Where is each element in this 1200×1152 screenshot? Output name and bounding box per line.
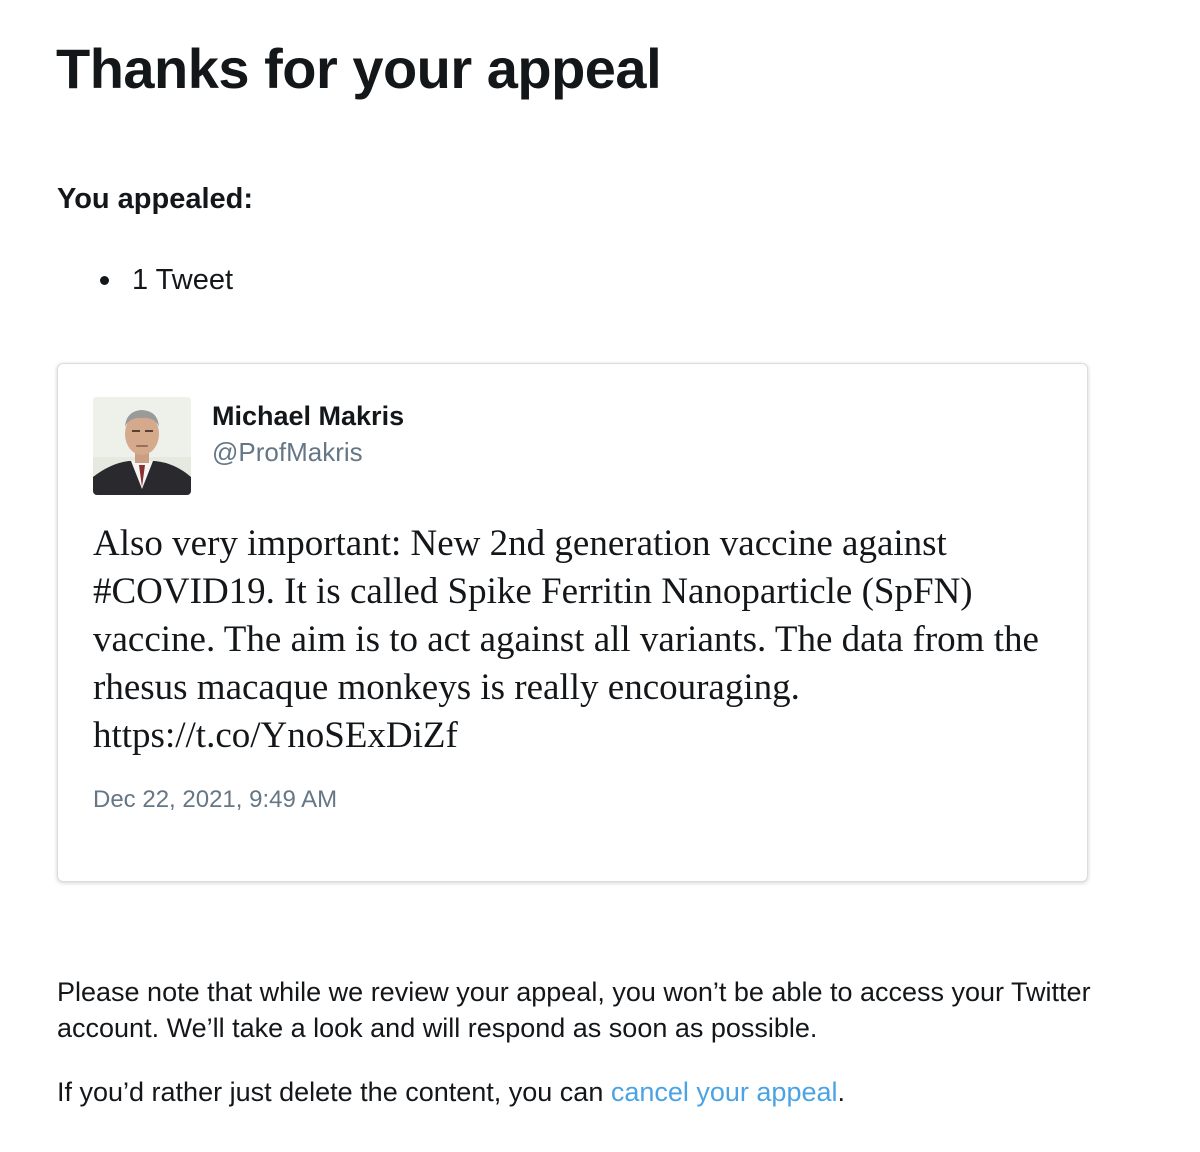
tweet-card: Michael Makris @ProfMakris Also very imp…	[57, 363, 1088, 882]
appealed-items-list: 1 Tweet	[56, 262, 233, 298]
cancel-notice: If you’d rather just delete the content,…	[57, 1074, 845, 1110]
avatar	[93, 397, 191, 495]
cancel-suffix: .	[837, 1077, 846, 1107]
tweet-author-handle: @ProfMakris	[212, 437, 363, 467]
tweet-text: Also very important: New 2nd generation …	[93, 523, 1039, 756]
review-notice: Please note that while we review your ap…	[57, 977, 1091, 1043]
page-title: Thanks for your appeal	[56, 37, 662, 100]
appealed-heading: You appealed:	[57, 183, 254, 215]
cancel-prefix: If you’d rather just delete the content,…	[57, 1077, 611, 1107]
appealed-item-label: 1 Tweet	[132, 264, 234, 296]
profile-photo-icon	[93, 397, 191, 495]
list-item: 1 Tweet	[56, 262, 233, 298]
bullet-icon	[100, 276, 109, 285]
tweet-timestamp: Dec 22, 2021, 9:49 AM	[93, 786, 338, 813]
cancel-appeal-link[interactable]: cancel your appeal	[611, 1077, 838, 1107]
tweet-author-name: Michael Makris	[212, 401, 405, 431]
